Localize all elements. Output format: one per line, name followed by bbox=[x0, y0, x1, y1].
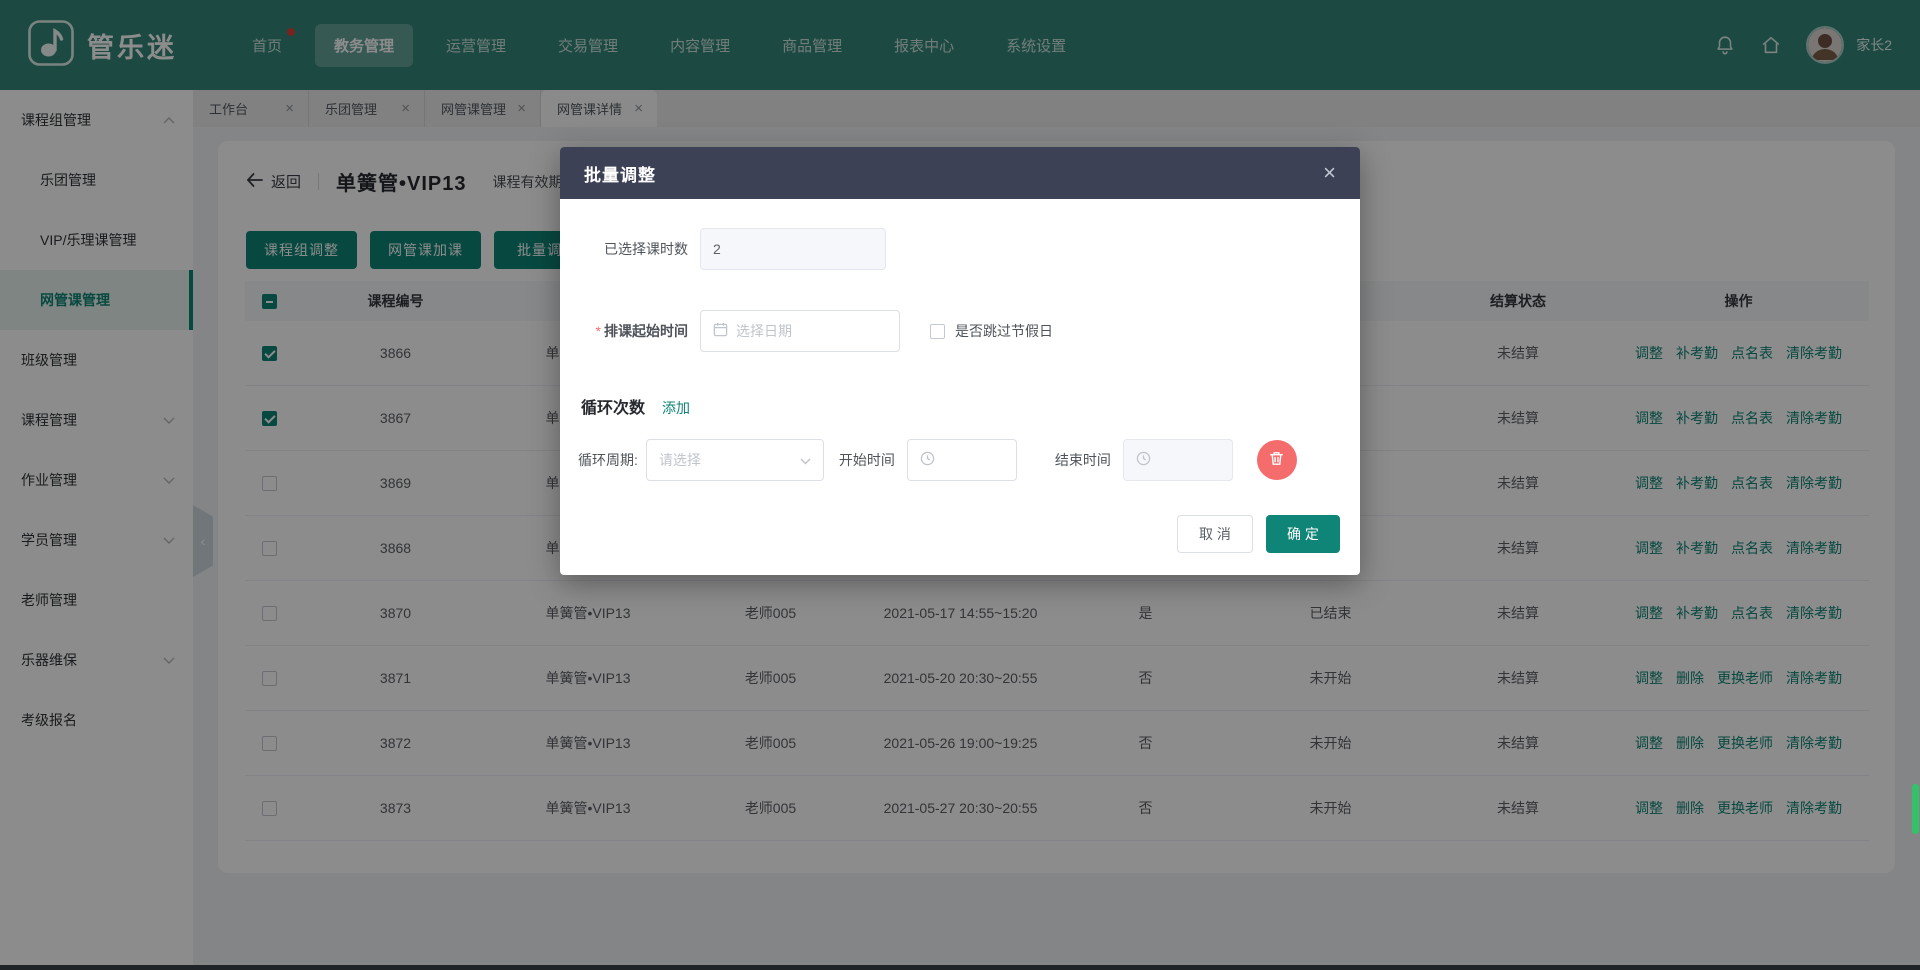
cycle-period-select[interactable]: 请选择 bbox=[646, 439, 824, 481]
skip-holiday-label: 是否跳过节假日 bbox=[955, 321, 1053, 341]
modal-body: 已选择课时数 2 *排课起始时间 选择日期 是否跳过节假日 bbox=[560, 199, 1360, 515]
cycle-row: 循环周期: 请选择 开始时间 结束时间 bbox=[578, 439, 1340, 481]
close-icon[interactable]: × bbox=[1323, 162, 1336, 184]
selected-hours-value: 2 bbox=[713, 241, 721, 257]
clock-icon bbox=[1136, 451, 1151, 469]
start-date-input[interactable]: 选择日期 bbox=[700, 310, 900, 352]
end-time-label: 结束时间 bbox=[1055, 450, 1111, 470]
start-date-placeholder: 选择日期 bbox=[736, 321, 792, 341]
cycle-section-title: 循环次数 bbox=[581, 394, 645, 418]
start-date-row: *排课起始时间 选择日期 是否跳过节假日 bbox=[578, 310, 1340, 352]
start-time-label: 开始时间 bbox=[839, 450, 895, 470]
selected-hours-label: 已选择课时数 bbox=[578, 239, 688, 259]
required-asterisk: * bbox=[596, 323, 601, 339]
chevron-down-icon bbox=[800, 452, 811, 468]
cycle-period-label: 循环周期: bbox=[578, 450, 638, 470]
selected-hours-field: 2 bbox=[700, 228, 886, 270]
modal-title: 批量调整 bbox=[584, 161, 656, 186]
cancel-button[interactable]: 取 消 bbox=[1177, 515, 1253, 553]
clock-icon bbox=[920, 451, 935, 469]
batch-adjust-modal: 批量调整 × 已选择课时数 2 *排课起始时间 选择日期 bbox=[560, 147, 1360, 575]
start-date-label: *排课起始时间 bbox=[578, 321, 688, 341]
window-bottom-edge bbox=[0, 965, 1920, 970]
delete-cycle-button[interactable] bbox=[1257, 440, 1297, 480]
cycle-period-placeholder: 请选择 bbox=[659, 450, 701, 470]
modal-header: 批量调整 × bbox=[560, 147, 1360, 199]
end-time-input bbox=[1123, 439, 1233, 481]
skip-holiday-checkbox[interactable] bbox=[930, 324, 945, 339]
start-time-input[interactable] bbox=[907, 439, 1017, 481]
app-window: 管乐迷 首页教务管理运营管理交易管理内容管理商品管理报表中心系统设置 bbox=[0, 0, 1920, 970]
calendar-icon bbox=[713, 322, 728, 340]
confirm-button[interactable]: 确 定 bbox=[1266, 515, 1340, 553]
scrollbar-thumb[interactable] bbox=[1912, 784, 1919, 834]
add-cycle-link[interactable]: 添加 bbox=[662, 398, 690, 418]
cycle-section: 循环次数 添加 bbox=[578, 394, 1340, 418]
skip-holiday-group[interactable]: 是否跳过节假日 bbox=[930, 321, 1053, 341]
selected-hours-row: 已选择课时数 2 bbox=[578, 228, 1340, 270]
modal-footer: 取 消 确 定 bbox=[560, 515, 1360, 575]
trash-icon bbox=[1268, 450, 1285, 470]
